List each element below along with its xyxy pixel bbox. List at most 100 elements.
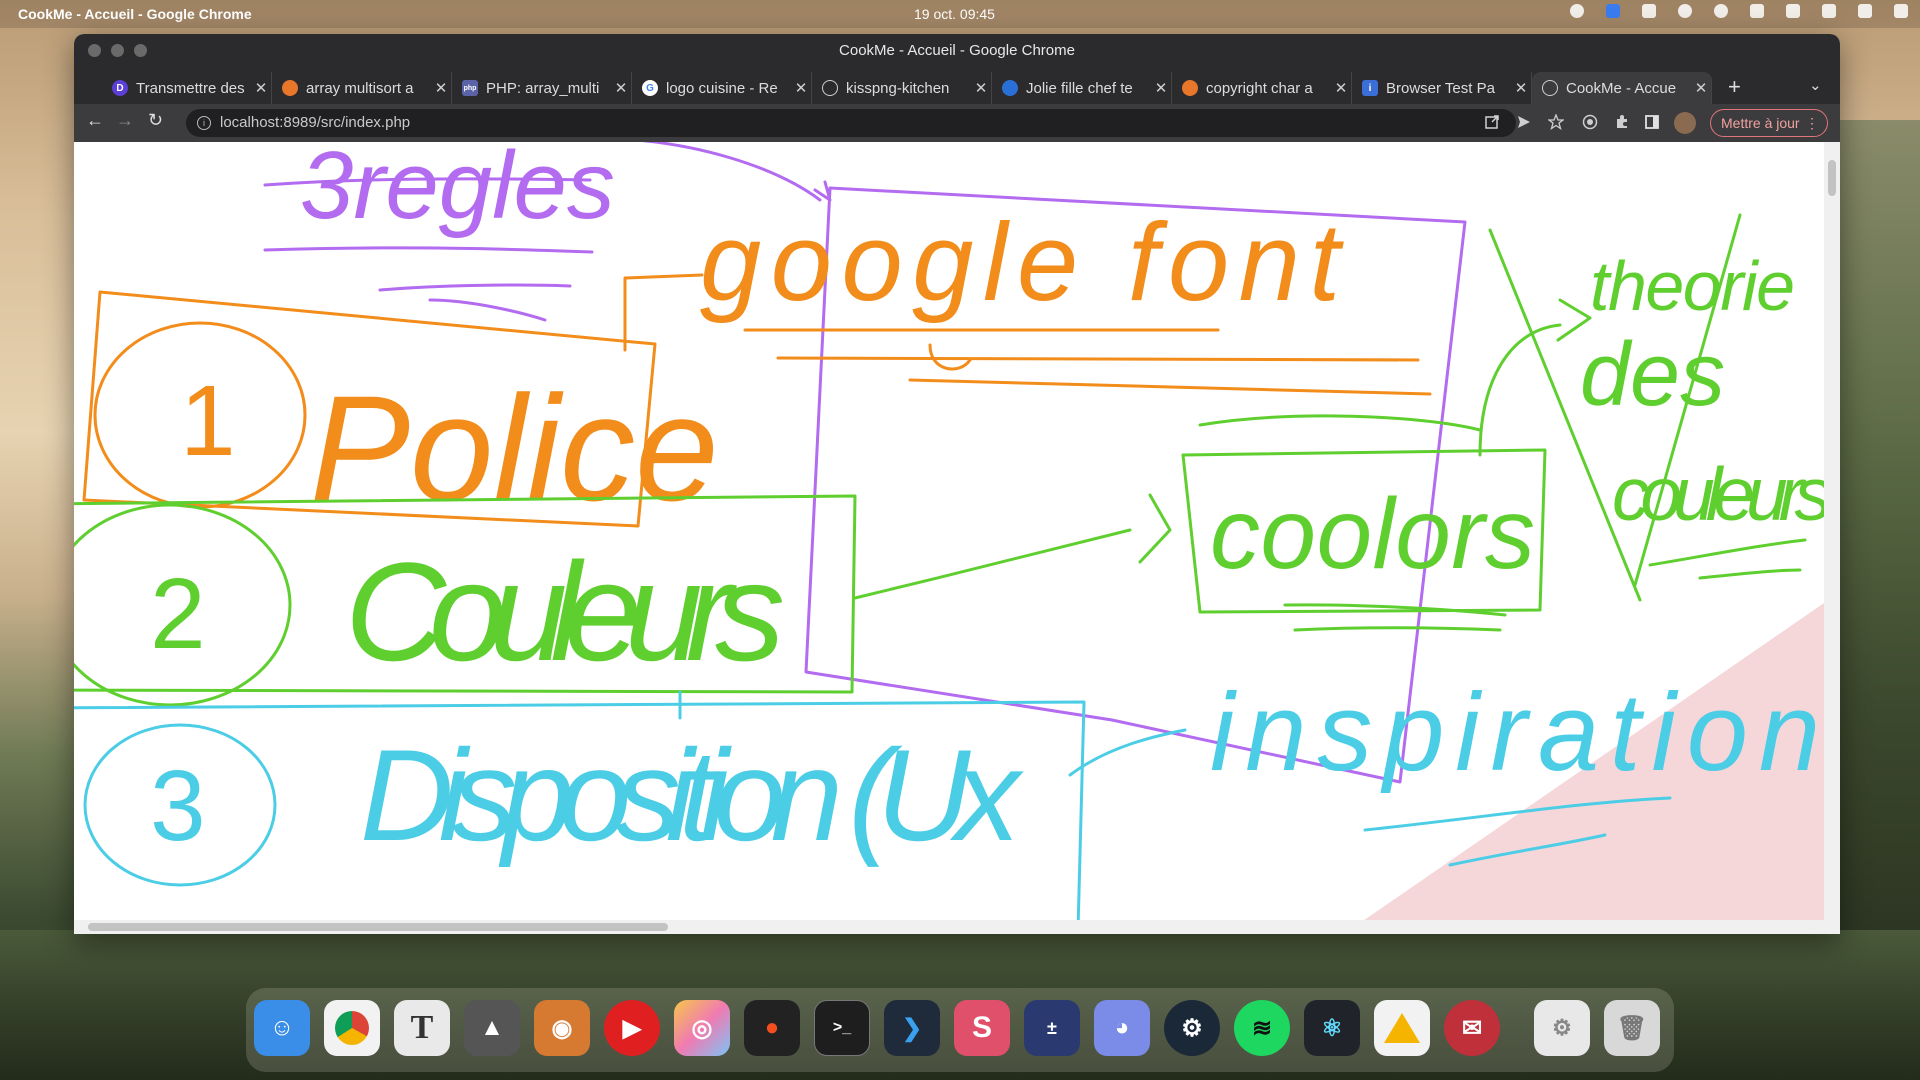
tab-search-chevron-icon[interactable]: ⌄ (1809, 76, 1822, 94)
pink-corner-shape (1344, 592, 1840, 934)
script-file-icon[interactable]: ⚙ (1534, 1000, 1590, 1056)
discord-icon[interactable]: ◕ (1094, 1000, 1150, 1056)
horizontal-scrollbar[interactable] (74, 920, 1840, 934)
side-panel-icon[interactable] (1644, 114, 1660, 130)
tab-4[interactable]: kisspng-kitchen ✕ (812, 72, 992, 104)
chrome-icon[interactable] (324, 1000, 380, 1056)
globe-icon (822, 80, 838, 96)
system-tray (1570, 4, 1908, 18)
send-icon[interactable] (1516, 114, 1532, 130)
vscode-icon[interactable]: ❯ (884, 1000, 940, 1056)
window-titlebar: CookMe - Accueil - Google Chrome (74, 34, 1840, 68)
tab-label: Jolie fille chef te (1026, 79, 1133, 97)
terminal-icon[interactable]: >_ (814, 1000, 870, 1056)
bookmark-star-icon[interactable] (1548, 114, 1564, 130)
stackoverflow-icon (282, 80, 298, 96)
address-bar[interactable]: i localhost:8989/src/index.php (186, 109, 1516, 137)
gmail-icon[interactable]: ✉ (1444, 1000, 1500, 1056)
shutterstock-icon (1002, 80, 1018, 96)
calculator-icon[interactable]: ± (1024, 1000, 1080, 1056)
settings-icon[interactable] (1714, 4, 1728, 18)
tab-label: copyright char a (1206, 79, 1313, 97)
typora-icon[interactable]: T (394, 1000, 450, 1056)
gimp-icon[interactable]: ◉ (534, 1000, 590, 1056)
tab-label: Transmettre des (136, 79, 245, 97)
close-tab-icon[interactable]: ✕ (611, 79, 631, 97)
close-tab-icon[interactable]: ✕ (1691, 79, 1711, 97)
status-icon[interactable] (1570, 4, 1584, 18)
inkscape-icon[interactable]: ▲ (464, 1000, 520, 1056)
site-info-icon[interactable]: i (197, 116, 211, 130)
steam-icon[interactable]: ⚙ (1164, 1000, 1220, 1056)
d-app-icon: D (112, 80, 128, 96)
google-icon: G (642, 80, 658, 96)
tab-8-active[interactable]: CookMe - Accue ✕ (1532, 72, 1712, 104)
php-icon: php (462, 80, 478, 96)
clock[interactable]: 19 oct. 09:45 (914, 6, 995, 22)
trash-icon[interactable]: 🗑 (1604, 1000, 1660, 1056)
tab-label: logo cuisine - Re (666, 79, 778, 97)
react-icon[interactable]: ⚛ (1304, 1000, 1360, 1056)
bluetooth-icon[interactable] (1786, 4, 1800, 18)
vertical-scrollbar[interactable] (1824, 142, 1840, 922)
open-external-icon[interactable] (1484, 114, 1500, 130)
close-tab-icon[interactable]: ✕ (431, 79, 451, 97)
close-tab-icon[interactable]: ✕ (971, 79, 991, 97)
tab-label: PHP: array_multi (486, 79, 600, 97)
globe-icon (1542, 80, 1558, 96)
battery-icon[interactable] (1894, 4, 1908, 18)
tab-label: kisspng-kitchen (846, 79, 950, 97)
zoom-icon[interactable] (1606, 4, 1620, 18)
browser-toolbar: ← → ↻ i localhost:8989/src/index.php Met… (74, 104, 1840, 142)
active-app-title: CookMe - Accueil - Google Chrome (18, 6, 252, 22)
tab-label: CookMe - Accue (1566, 79, 1677, 97)
microphone-icon[interactable] (1858, 4, 1872, 18)
tab-label: Browser Test Pa (1386, 79, 1495, 97)
tab-strip: D Transmettre des ✕ array multisort a ✕ … (74, 68, 1840, 104)
tab-6[interactable]: copyright char a ✕ (1172, 72, 1352, 104)
dock: ☺ T ▲ ◉ ▶ ◎ ● >_ ❯ S ± ◕ ⚙ ≋ ⚛ ✉ ⚙ 🗑 (246, 988, 1674, 1072)
tab-3[interactable]: G logo cuisine - Re ✕ (632, 72, 812, 104)
reload-icon[interactable]: ↻ (148, 110, 163, 131)
tab-5[interactable]: Jolie fille chef te ✕ (992, 72, 1172, 104)
finder-icon[interactable]: ☺ (254, 1000, 310, 1056)
tab-2[interactable]: php PHP: array_multi ✕ (452, 72, 632, 104)
browser-window: CookMe - Accueil - Google Chrome D Trans… (74, 34, 1840, 934)
page-content-canvas[interactable]: 3regles 1 Police google font 2 Couleurs … (74, 142, 1840, 934)
desktop-background (1830, 120, 1920, 940)
new-tab-button[interactable]: + (1728, 74, 1741, 100)
horizontal-scroll-thumb[interactable] (88, 923, 668, 931)
puzzle-extensions-icon[interactable] (1614, 114, 1630, 130)
tab-1[interactable]: array multisort a ✕ (272, 72, 452, 104)
tab-0[interactable]: D Transmettre des ✕ (102, 72, 272, 104)
tab-7[interactable]: i Browser Test Pa ✕ (1352, 72, 1532, 104)
scrivener-icon[interactable]: S (954, 1000, 1010, 1056)
info-icon: i (1362, 80, 1378, 96)
panel-icon[interactable] (1642, 4, 1656, 18)
close-tab-icon[interactable]: ✕ (1331, 79, 1351, 97)
back-arrow-icon[interactable]: ← (86, 110, 104, 131)
forward-arrow-icon[interactable]: → (116, 110, 134, 131)
youtube-icon[interactable]: ▶ (604, 1000, 660, 1056)
extension-target-icon[interactable] (1582, 114, 1598, 130)
google-drive-icon[interactable] (1374, 1000, 1430, 1056)
close-tab-icon[interactable]: ✕ (251, 79, 271, 97)
url-text: localhost:8989/src/index.php (220, 114, 411, 131)
volume-icon[interactable] (1822, 4, 1836, 18)
system-top-bar: CookMe - Accueil - Google Chrome 19 oct.… (0, 0, 1920, 28)
wifi-icon[interactable] (1750, 4, 1764, 18)
window-title: CookMe - Accueil - Google Chrome (839, 42, 1075, 59)
close-tab-icon[interactable]: ✕ (1511, 79, 1531, 97)
figma-icon[interactable]: ● (744, 1000, 800, 1056)
tab-label: array multisort a (306, 79, 414, 97)
close-tab-icon[interactable]: ✕ (1151, 79, 1171, 97)
vertical-scroll-thumb[interactable] (1828, 160, 1836, 196)
update-chrome-button[interactable]: Mettre à jour ⋮ (1710, 109, 1828, 137)
stackoverflow-icon (1182, 80, 1198, 96)
more-menu-icon[interactable]: ⋮ (1805, 110, 1819, 136)
spotify-icon[interactable]: ≋ (1234, 1000, 1290, 1056)
close-tab-icon[interactable]: ✕ (791, 79, 811, 97)
color-picker-icon[interactable]: ◎ (674, 1000, 730, 1056)
check-icon[interactable] (1678, 4, 1692, 18)
profile-avatar[interactable] (1674, 112, 1696, 134)
